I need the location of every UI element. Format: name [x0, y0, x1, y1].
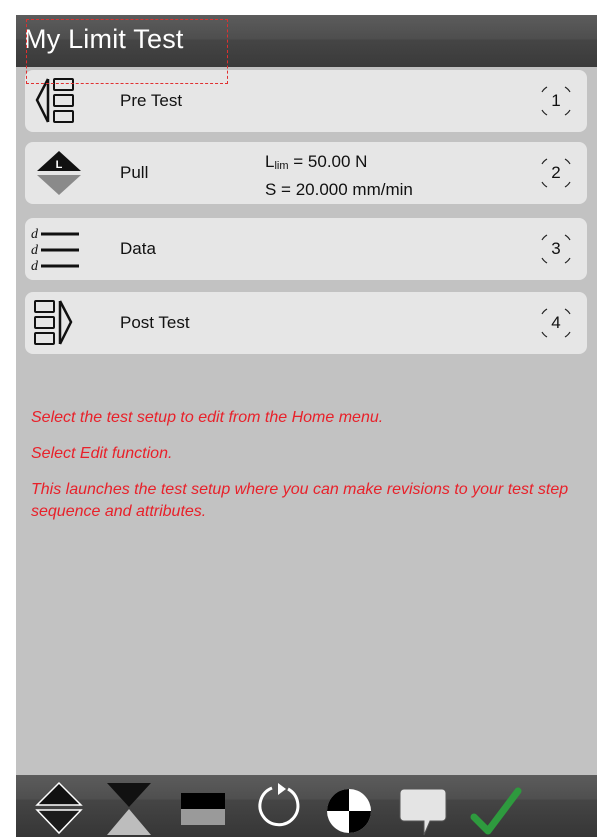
title-bar: My Limit Test	[16, 15, 597, 67]
step-label: Data	[120, 239, 156, 258]
pull-badge-letter: L	[56, 159, 63, 171]
step-number: 2	[537, 155, 575, 191]
svg-text:d: d	[31, 259, 39, 274]
pull-icon: L	[37, 151, 81, 195]
step-number: 1	[537, 83, 575, 119]
checkered-circle-icon[interactable]	[322, 779, 376, 837]
post-test-icon	[34, 300, 73, 345]
page-title: My Limit Test	[24, 24, 184, 54]
limit-value-line: Llim = 50.00 N	[265, 152, 368, 172]
step-number: 3	[537, 231, 575, 267]
loop-icon[interactable]	[250, 779, 304, 837]
instruction-line: Select the test setup to edit from the H…	[31, 409, 384, 426]
svg-text:d: d	[31, 243, 39, 258]
step-label: Pre Test	[120, 91, 183, 110]
instructions: Select the test setup to edit from the H…	[31, 407, 595, 537]
step-number: 4	[537, 305, 575, 341]
step-label: Pull	[120, 163, 149, 182]
pre-test-icon	[35, 78, 74, 123]
hourglass-icon[interactable]	[102, 779, 156, 837]
comment-bubble-icon[interactable]	[396, 779, 450, 837]
instruction-line: This launches the test setup where you c…	[31, 481, 569, 520]
instruction-line: Select Edit function.	[31, 445, 173, 462]
step-label: Post Test	[120, 313, 190, 332]
move-up-down-icon[interactable]	[32, 779, 86, 837]
half-rectangle-icon[interactable]	[176, 779, 230, 837]
step-pull[interactable]: L Pull Llim = 50.00 N S = 20.000 mm/min …	[25, 142, 587, 204]
checkmark-icon[interactable]	[468, 779, 522, 837]
step-pre-test[interactable]: Pre Test 1	[25, 70, 587, 132]
app-window: My Limit Test Pre Test 1 L Pull Llim = 5…	[16, 15, 597, 837]
speed-value-line: S = 20.000 mm/min	[265, 180, 413, 199]
step-post-test[interactable]: Post Test 4	[25, 292, 587, 354]
step-data[interactable]: d d d Data 3	[25, 218, 587, 280]
svg-text:d: d	[31, 227, 39, 242]
bottom-toolbar	[16, 775, 597, 837]
data-icon: d d d	[31, 227, 79, 274]
pull-parameters: Llim = 50.00 N S = 20.000 mm/min	[265, 150, 413, 202]
